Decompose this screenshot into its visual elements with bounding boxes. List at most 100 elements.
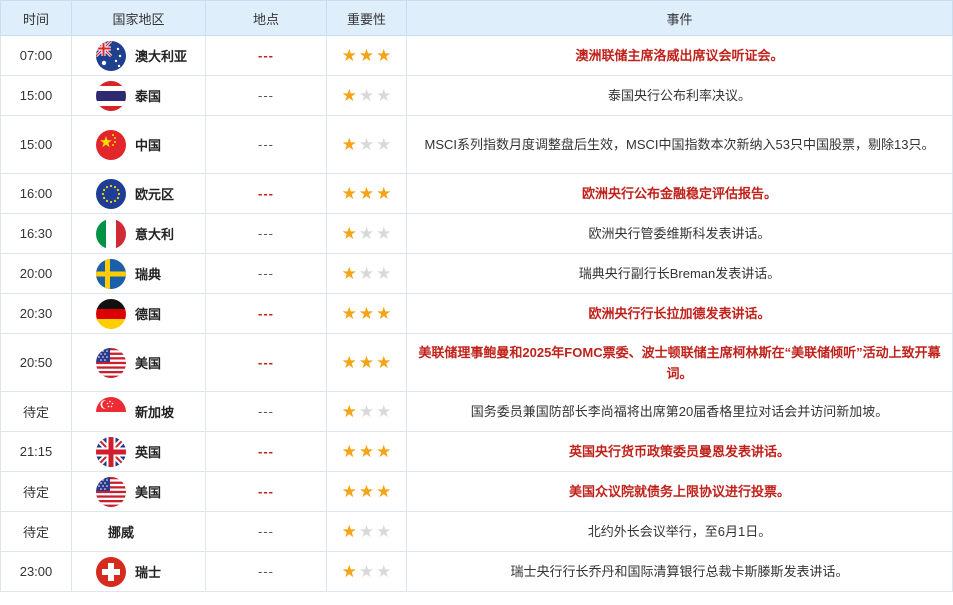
star-empty-icon: ★	[376, 522, 392, 541]
event-time: 16:00	[0, 173, 72, 214]
star-empty-icon: ★	[376, 562, 392, 581]
event-country-cell: 美国	[71, 471, 206, 512]
event-importance: ★ ★ ★	[326, 431, 407, 472]
table-row[interactable]: 待定 挪威 --- ★ ★ ★ 北约外长会议举行，至6月1日。	[0, 511, 953, 552]
header-event[interactable]: 事件	[406, 0, 953, 36]
country-wrap: 欧元区	[76, 178, 201, 209]
event-place: ---	[205, 471, 327, 512]
star-filled-icon: ★	[358, 482, 375, 501]
table-row[interactable]: 待定 新加坡 --- ★ ★ ★ 国务委员兼国防部长李尚福将出席第20届香格里拉对话会并访问…	[0, 391, 953, 432]
country-wrap: 澳大利亚	[76, 40, 201, 71]
event-time: 待定	[0, 511, 72, 552]
star-empty-icon: ★	[358, 402, 375, 421]
event-place: ---	[205, 391, 327, 432]
country-wrap: 英国	[76, 436, 201, 467]
country-wrap: 中国	[76, 129, 201, 160]
event-place: ---	[205, 511, 327, 552]
star-filled-icon: ★	[376, 442, 392, 461]
country-name: 欧元区	[135, 187, 175, 202]
header-importance[interactable]: 重要性	[326, 0, 407, 36]
table-row[interactable]: 15:00 中国 --- ★ ★ ★ MSCI系列指数月度调整盘后生效，MSCI中国指数本次…	[0, 115, 953, 174]
country-wrap: 美国	[76, 476, 201, 507]
star-filled-icon: ★	[341, 46, 357, 65]
country-wrap: 意大利	[76, 218, 201, 249]
table-row[interactable]: 20:00 瑞典 --- ★ ★ ★ 瑞典央行副行长Breman发表讲话。	[0, 253, 953, 294]
event-description: 瑞典央行副行长Breman发表讲话。	[406, 253, 953, 294]
economic-calendar-table: 时间 国家地区 地点 重要性 事件 07:00 澳大利亚 --- ★ ★ ★ 澳洲联储主席洛…	[0, 0, 953, 592]
importance-stars: ★ ★ ★	[342, 403, 392, 420]
star-empty-icon: ★	[358, 135, 375, 154]
star-filled-icon: ★	[341, 86, 357, 105]
event-importance: ★ ★ ★	[326, 293, 407, 334]
star-filled-icon: ★	[376, 482, 392, 501]
event-place: ---	[205, 551, 327, 592]
event-time: 20:50	[0, 333, 72, 392]
event-country-cell: 澳大利亚	[71, 35, 206, 76]
header-country[interactable]: 国家地区	[71, 0, 206, 36]
table-row[interactable]: 15:00 泰国 --- ★ ★ ★ 泰国央行公布利率决议。	[0, 75, 953, 116]
event-importance: ★ ★ ★	[326, 333, 407, 392]
event-description: 美联储理事鲍曼和2025年FOMC票委、波士顿联储主席柯林斯在“美联储倾听”活动…	[406, 333, 953, 392]
event-place: ---	[205, 173, 327, 214]
event-place: ---	[205, 115, 327, 174]
event-country-cell: 中国	[71, 115, 206, 174]
event-description: 欧洲央行公布金融稳定评估报告。	[406, 173, 953, 214]
table-row[interactable]: 20:50 美国 --- ★ ★ ★ 美联储理事鲍曼和2025年FOMC票委、波士顿联储主席…	[0, 333, 953, 392]
event-time: 15:00	[0, 115, 72, 174]
table-row[interactable]: 16:00 欧元区 --- ★ ★ ★ 欧洲央行公布金融稳定评估报告。	[0, 173, 953, 214]
star-filled-icon: ★	[341, 264, 357, 283]
table-row[interactable]: 23:00 瑞士 --- ★ ★ ★ 瑞士央行行长乔丹和国际清算银行总裁卡斯滕斯发表讲话。	[0, 551, 953, 592]
singapore-flag-icon	[96, 396, 126, 427]
germany-flag-icon	[96, 298, 126, 329]
star-empty-icon: ★	[358, 562, 375, 581]
importance-stars: ★ ★ ★	[342, 523, 392, 540]
table-row[interactable]: 16:30 意大利 --- ★ ★ ★ 欧洲央行管委维斯科发表讲话。	[0, 213, 953, 254]
event-place: ---	[205, 75, 327, 116]
event-place: ---	[205, 293, 327, 334]
event-description: 瑞士央行行长乔丹和国际清算银行总裁卡斯滕斯发表讲话。	[406, 551, 953, 592]
country-name: 美国	[135, 485, 162, 500]
star-filled-icon: ★	[341, 522, 357, 541]
country-name: 德国	[135, 307, 162, 322]
event-importance: ★ ★ ★	[326, 551, 407, 592]
table-row[interactable]: 20:30 德国 --- ★ ★ ★ 欧洲央行行长拉加德发表讲话。	[0, 293, 953, 334]
star-empty-icon: ★	[376, 135, 392, 154]
table-row[interactable]: 待定 美国 --- ★ ★ ★ 美国众议院就债务上限协议进行投票。	[0, 471, 953, 512]
importance-stars: ★ ★ ★	[342, 47, 392, 64]
country-wrap: 美国	[76, 347, 201, 378]
table-row[interactable]: 21:15 英国 --- ★ ★ ★ 英国央行货币政策委员曼恩发表讲话。	[0, 431, 953, 472]
star-filled-icon: ★	[358, 46, 375, 65]
star-filled-icon: ★	[376, 353, 392, 372]
star-empty-icon: ★	[376, 402, 392, 421]
header-place[interactable]: 地点	[205, 0, 327, 36]
header-time[interactable]: 时间	[0, 0, 72, 36]
country-wrap: 德国	[76, 298, 201, 329]
star-empty-icon: ★	[376, 264, 392, 283]
star-empty-icon: ★	[376, 86, 392, 105]
event-importance: ★ ★ ★	[326, 213, 407, 254]
event-time: 15:00	[0, 75, 72, 116]
star-filled-icon: ★	[341, 482, 357, 501]
country-name: 英国	[135, 445, 162, 460]
event-country-cell: 英国	[71, 431, 206, 472]
star-empty-icon: ★	[358, 522, 375, 541]
event-description: 欧洲央行行长拉加德发表讲话。	[406, 293, 953, 334]
star-filled-icon: ★	[376, 184, 392, 203]
event-country-cell: 泰国	[71, 75, 206, 116]
event-time: 07:00	[0, 35, 72, 76]
event-description: 英国央行货币政策委员曼恩发表讲话。	[406, 431, 953, 472]
event-importance: ★ ★ ★	[326, 35, 407, 76]
china-flag-icon	[96, 129, 126, 160]
star-empty-icon: ★	[376, 224, 392, 243]
event-description: 国务委员兼国防部长李尚福将出席第20届香格里拉对话会并访问新加坡。	[406, 391, 953, 432]
event-description: 欧洲央行管委维斯科发表讲话。	[406, 213, 953, 254]
country-name: 中国	[135, 138, 162, 153]
star-filled-icon: ★	[341, 562, 357, 581]
event-place: ---	[205, 333, 327, 392]
sweden-flag-icon	[96, 258, 126, 289]
table-row[interactable]: 07:00 澳大利亚 --- ★ ★ ★ 澳洲联储主席洛威出席议会听证会。	[0, 35, 953, 76]
thailand-flag-icon	[96, 80, 126, 111]
importance-stars: ★ ★ ★	[342, 225, 392, 242]
event-time: 待定	[0, 471, 72, 512]
country-name: 澳大利亚	[135, 49, 188, 64]
